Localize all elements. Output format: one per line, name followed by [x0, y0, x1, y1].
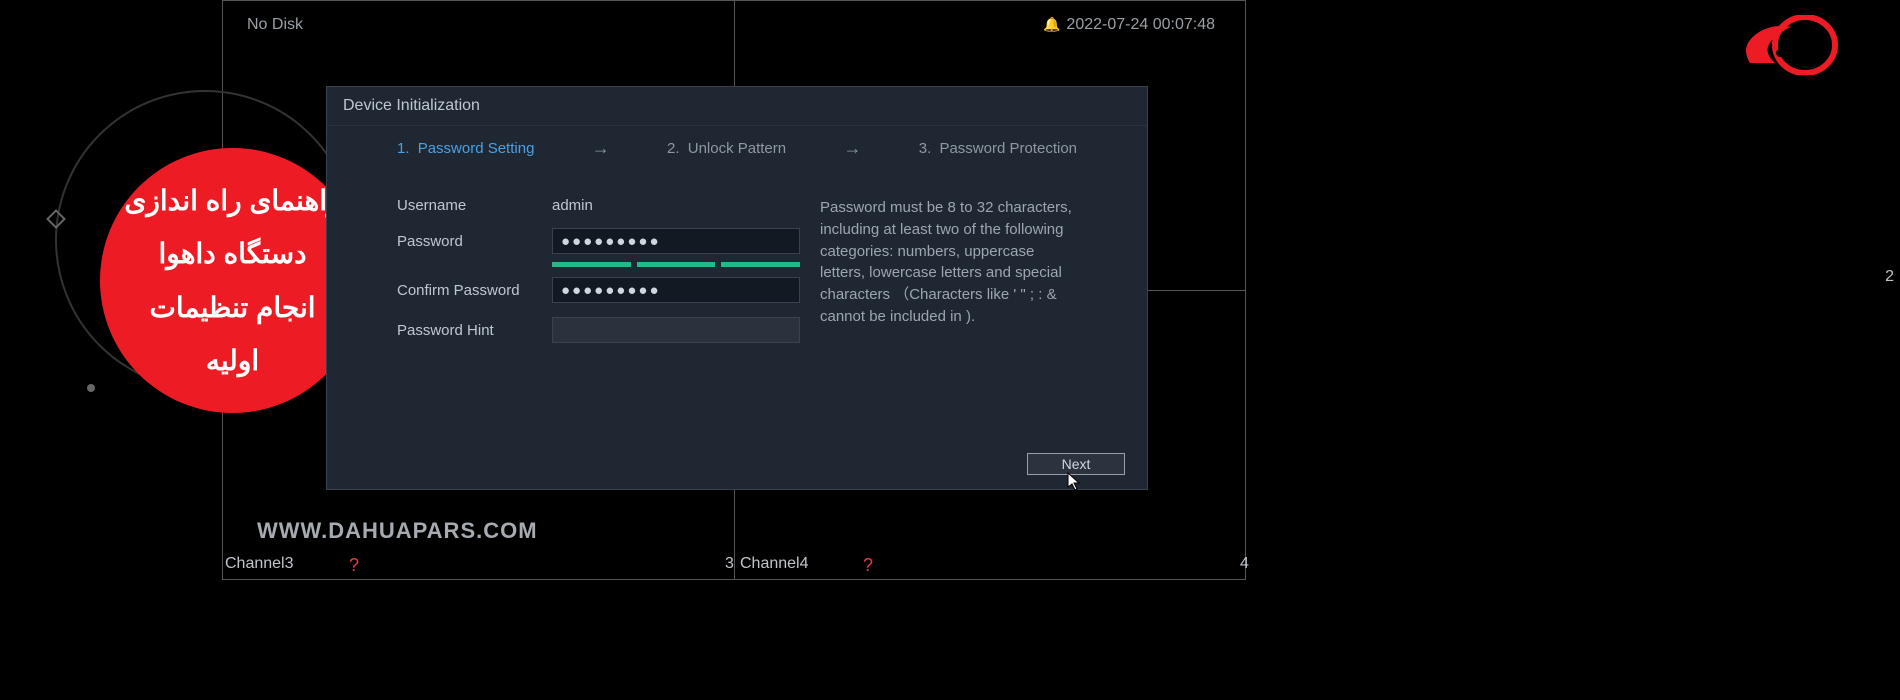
step-3-number: 3.	[919, 140, 932, 157]
confirm-password-label: Confirm Password	[397, 282, 552, 299]
username-value: admin	[552, 197, 593, 214]
password-hint-row: Password Hint	[397, 317, 802, 343]
password-label: Password	[397, 233, 552, 250]
password-strength-bar	[552, 262, 800, 267]
badge-line-3: انجام تنظیمات اولیه	[120, 281, 345, 387]
password-input[interactable]	[552, 228, 800, 254]
clock: 🔔 2022-07-24 00:07:48	[1043, 16, 1215, 34]
channel-4-number: 4	[1240, 555, 1249, 573]
step-3-label: Password Protection	[939, 140, 1077, 157]
bell-icon: 🔔	[1043, 16, 1060, 32]
wizard-steps: 1. Password Setting → 2. Unlock Pattern …	[327, 126, 1147, 173]
step-password-protection: 3. Password Protection	[919, 140, 1077, 157]
watermark: WWW.DAHUAPARS.COM	[257, 518, 538, 544]
diamond-icon	[46, 209, 66, 229]
next-button[interactable]: Next	[1027, 453, 1125, 475]
dot-icon	[87, 384, 95, 392]
step-1-label: Password Setting	[418, 140, 535, 157]
password-row: Password	[397, 228, 802, 254]
channel-2-number: 2	[1885, 268, 1894, 286]
channel-4-label: Channel4	[740, 555, 809, 573]
step-2-number: 2.	[667, 140, 680, 157]
step-2-label: Unlock Pattern	[688, 140, 786, 157]
confirm-password-row: Confirm Password	[397, 277, 802, 303]
form-area: Username admin Password Confirm Password…	[327, 173, 1147, 357]
no-disk-label: No Disk	[247, 16, 303, 34]
channel-3-number: 3	[725, 555, 734, 573]
step-unlock-pattern: 2. Unlock Pattern	[667, 140, 786, 157]
username-row: Username admin	[397, 197, 802, 214]
cursor-icon	[1067, 472, 1081, 492]
step-1-number: 1.	[397, 140, 410, 157]
brand-logo	[1720, 15, 1840, 75]
password-hint-label: Password Hint	[397, 322, 552, 339]
dialog-button-row: Next	[1027, 453, 1125, 475]
strength-segment	[552, 262, 631, 267]
password-hint-input[interactable]	[552, 317, 800, 343]
step-password-setting: 1. Password Setting	[397, 140, 534, 157]
timestamp: 2022-07-24 00:07:48	[1066, 16, 1215, 33]
strength-segment	[637, 262, 716, 267]
channel-3-label: Channel3	[225, 555, 294, 573]
form-left: Username admin Password Confirm Password…	[397, 197, 802, 357]
arrow-right-icon: →	[534, 138, 667, 159]
device-initialization-dialog: Device Initialization 1. Password Settin…	[326, 86, 1148, 490]
topbar: No Disk 🔔 2022-07-24 00:07:48	[223, 0, 1245, 38]
arrow-right-icon: →	[786, 138, 919, 159]
channel-4-warning-icon: ?	[863, 555, 873, 576]
badge-line-1: راهنمای راه اندازی	[124, 174, 340, 227]
confirm-password-input[interactable]	[552, 277, 800, 303]
badge-line-2: دستگاه داهوا	[158, 227, 306, 280]
username-label: Username	[397, 197, 552, 214]
password-rules-text: Password must be 8 to 32 characters, inc…	[820, 197, 1077, 357]
dialog-title: Device Initialization	[327, 87, 1147, 126]
channel-3-warning-icon: ?	[349, 555, 359, 576]
strength-segment	[721, 262, 800, 267]
